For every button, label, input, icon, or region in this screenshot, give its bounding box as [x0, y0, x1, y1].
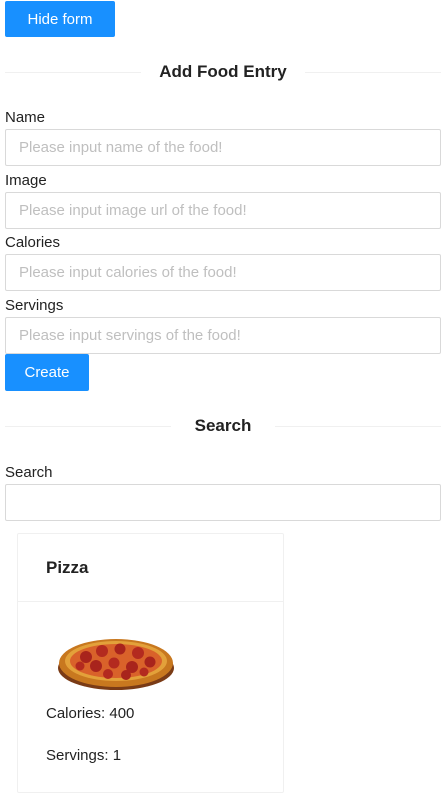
image-url-input[interactable]	[5, 192, 441, 229]
form-title: Add Food Entry	[159, 62, 287, 81]
image-label: Image	[5, 172, 47, 189]
calories-label: Calories	[5, 234, 61, 251]
search-divider: Search	[5, 414, 441, 438]
pizza-image	[58, 639, 174, 690]
servings-label: Servings	[5, 297, 64, 314]
name-label: Name	[5, 109, 46, 126]
search-input[interactable]	[5, 484, 441, 521]
calories-input[interactable]	[5, 254, 441, 291]
create-button[interactable]: Create	[5, 354, 89, 391]
search-title: Search	[194, 416, 252, 435]
form-divider: Add Food Entry	[5, 60, 441, 84]
name-input[interactable]	[5, 129, 441, 166]
food-card: Pizza Calories: 400 Servings: 1	[17, 533, 284, 793]
hide-form-button[interactable]: Hide form	[5, 1, 115, 37]
food-card-title: Pizza	[18, 534, 283, 602]
food-calories: Calories: 400	[46, 705, 135, 722]
search-label: Search	[5, 464, 53, 481]
food-servings: Servings: 1	[46, 747, 122, 764]
servings-input[interactable]	[5, 317, 441, 354]
